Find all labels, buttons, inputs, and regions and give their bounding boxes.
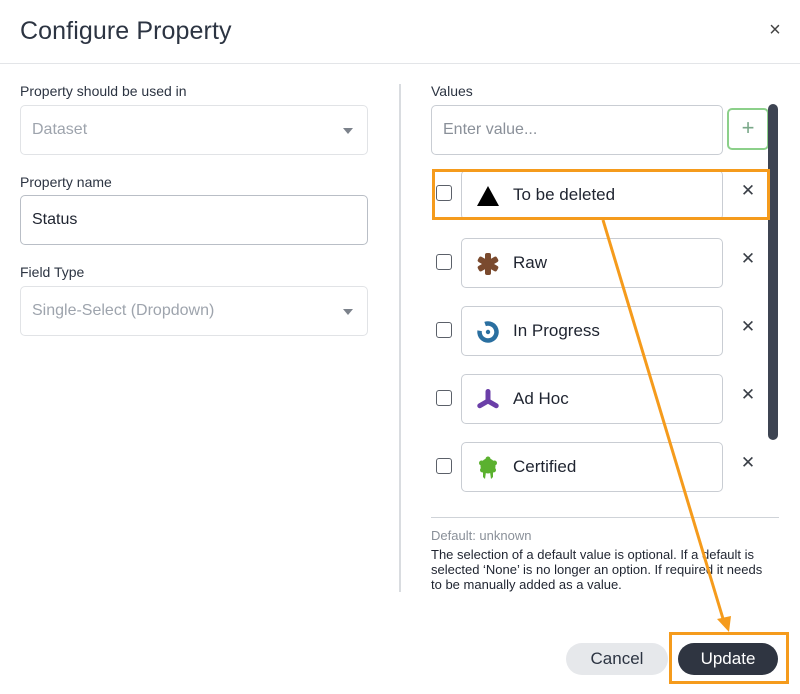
column-divider [399, 84, 401, 592]
close-icon[interactable]: × [764, 18, 786, 42]
remove-value-icon[interactable]: ✕ [738, 385, 758, 405]
asterisk-icon [477, 253, 499, 275]
value-checkbox[interactable] [436, 322, 452, 338]
field-type-select[interactable]: Single-Select (Dropdown) [20, 286, 368, 336]
tripod-icon [477, 389, 499, 409]
property-name-value: Status [32, 211, 78, 228]
progress-ring-icon [477, 321, 499, 343]
values-label: Values [431, 83, 473, 99]
value-item-label: Certified [513, 457, 577, 476]
remove-value-icon[interactable]: ✕ [738, 453, 758, 473]
highlight-box-update-button [669, 632, 789, 684]
values-divider [431, 517, 779, 518]
add-value-button[interactable]: + [727, 108, 769, 150]
remove-value-icon[interactable]: ✕ [738, 249, 758, 269]
value-item[interactable]: Certified [461, 442, 723, 492]
value-checkbox[interactable] [436, 458, 452, 474]
used-in-select[interactable]: Dataset [20, 105, 368, 155]
default-value-text: Default: unknown [431, 528, 532, 543]
dialog-title: Configure Property [20, 17, 232, 45]
default-help-text: The selection of a default value is opti… [431, 547, 763, 592]
used-in-value: Dataset [32, 121, 88, 138]
chevron-down-icon [343, 128, 353, 134]
property-name-input[interactable]: Status [20, 195, 368, 245]
value-item[interactable]: Raw [461, 238, 723, 288]
configure-property-dialog: Configure Property × Property should be … [0, 0, 800, 694]
value-item-label: In Progress [513, 321, 600, 340]
property-name-label: Property name [20, 174, 112, 190]
value-input[interactable]: Enter value... [431, 105, 723, 155]
remove-value-icon[interactable]: ✕ [738, 317, 758, 337]
value-item[interactable]: In Progress [461, 306, 723, 356]
value-item-label: Ad Hoc [513, 389, 569, 408]
value-item-label: Raw [513, 253, 548, 272]
field-type-label: Field Type [20, 264, 85, 280]
value-input-placeholder: Enter value... [443, 121, 538, 138]
dialog-header: Configure Property × [0, 0, 800, 64]
badge-icon [479, 456, 497, 479]
used-in-label: Property should be used in [20, 83, 187, 99]
values-scrollbar[interactable] [768, 104, 778, 440]
value-checkbox[interactable] [436, 390, 452, 406]
field-type-value: Single-Select (Dropdown) [32, 302, 215, 319]
chevron-down-icon [343, 309, 353, 315]
cancel-button[interactable]: Cancel [566, 643, 668, 675]
value-item[interactable]: Ad Hoc [461, 374, 723, 424]
highlight-box-value-row [432, 169, 770, 220]
value-checkbox[interactable] [436, 254, 452, 270]
